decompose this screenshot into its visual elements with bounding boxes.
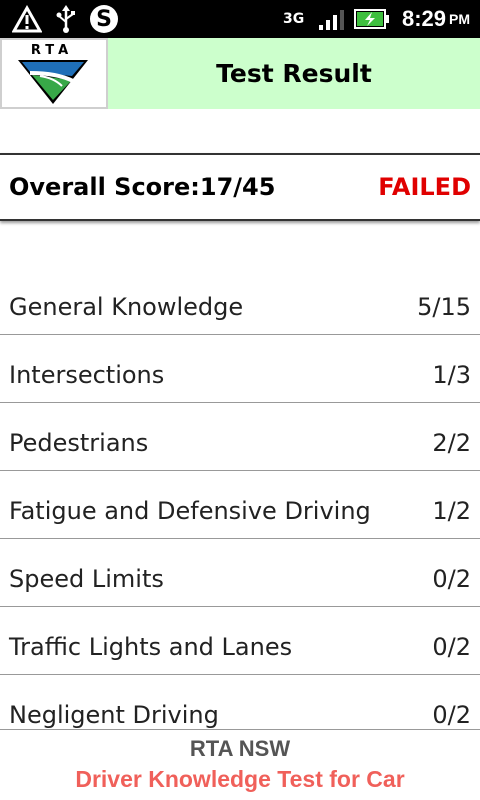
skype-icon: S	[90, 0, 118, 38]
footer-org-name: RTA NSW	[189, 736, 291, 761]
rta-logo-icon: RTA	[18, 43, 88, 104]
category-name: Intersections	[9, 360, 165, 389]
clock-time: 8:29	[401, 6, 446, 31]
network-type-label: 3G	[283, 0, 304, 38]
score-summary: Overall Score:17/45 FAILED	[0, 153, 480, 221]
app-header: RTA Test Result	[0, 38, 480, 109]
category-name: Speed Limits	[9, 564, 164, 593]
list-item: Negligent Driving 0/2	[0, 675, 480, 729]
category-results-list[interactable]: General Knowledge 5/15 Intersections 1/3…	[0, 267, 480, 729]
footer-app-name: Driver Knowledge Test for Car	[75, 766, 405, 792]
clock: 8:29 PM	[402, 0, 470, 38]
warning-icon	[12, 0, 42, 38]
clock-ampm: PM	[449, 11, 470, 27]
category-score: 2/2	[432, 428, 471, 457]
list-item: Speed Limits 0/2	[0, 539, 480, 607]
overall-score: Overall Score:17/45	[9, 173, 276, 201]
list-item: General Knowledge 5/15	[0, 267, 480, 335]
usb-icon	[54, 0, 78, 38]
battery-icon	[354, 0, 390, 38]
category-score: 0/2	[432, 700, 471, 729]
result-status-badge: FAILED	[378, 173, 471, 201]
list-item: Fatigue and Defensive Driving 1/2	[0, 471, 480, 539]
list-item: Intersections 1/3	[0, 335, 480, 403]
title-bar: Test Result	[108, 38, 480, 109]
category-name: General Knowledge	[9, 292, 244, 321]
category-score: 5/15	[417, 292, 471, 321]
category-score: 0/2	[432, 564, 471, 593]
category-name: Fatigue and Defensive Driving	[9, 496, 371, 525]
rta-logo: RTA	[0, 38, 108, 109]
signal-strength-icon	[318, 0, 346, 38]
network-type-text: 3G	[283, 11, 305, 27]
list-item: Pedestrians 2/2	[0, 403, 480, 471]
app-footer: RTA NSW Driver Knowledge Test for Car	[0, 729, 480, 800]
category-score: 0/2	[432, 632, 471, 661]
page-title: Test Result	[216, 59, 372, 88]
list-item: Traffic Lights and Lanes 0/2	[0, 607, 480, 675]
status-bar: S 3G 8:29 PM	[0, 0, 480, 38]
rta-logo-text: RTA	[31, 43, 73, 58]
category-score: 1/2	[432, 496, 471, 525]
category-score: 1/3	[432, 360, 471, 389]
category-name: Pedestrians	[9, 428, 149, 457]
category-name: Traffic Lights and Lanes	[9, 632, 293, 661]
category-name: Negligent Driving	[9, 700, 219, 729]
